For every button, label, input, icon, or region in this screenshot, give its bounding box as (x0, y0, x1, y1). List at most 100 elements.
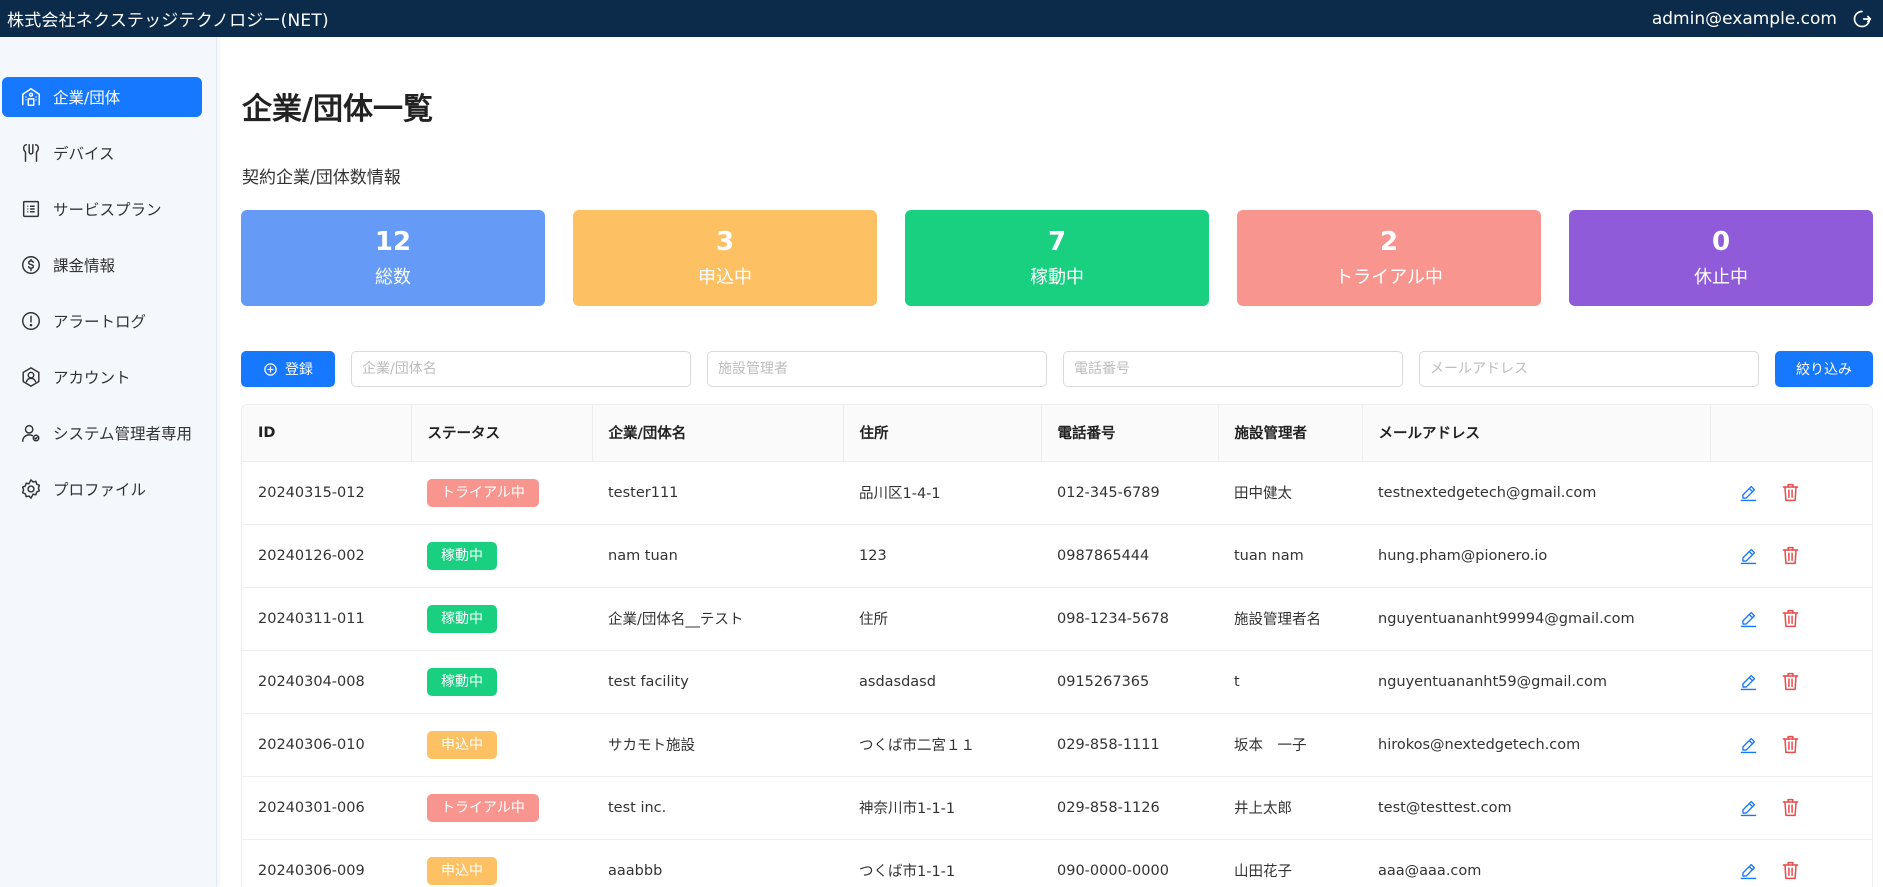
sidebar-item-account[interactable]: アカウント (2, 357, 202, 397)
cell-manager: 坂本 一子 (1234, 738, 1307, 754)
sidebar-item-service-plans[interactable]: サービスプラン (2, 189, 202, 229)
cell-actions (1710, 839, 1872, 887)
cell-address: asdasdasd (859, 673, 936, 690)
status-badge: 申込中 (427, 730, 497, 759)
alert-icon (18, 308, 44, 334)
sidebar-item-billing[interactable]: 課金情報 (2, 245, 202, 285)
cell-address: 123 (859, 547, 887, 564)
status-badge: 申込中 (427, 856, 497, 885)
stat-value: 12 (374, 227, 412, 257)
row-actions (1726, 797, 1872, 819)
row-actions (1726, 482, 1872, 504)
stat-value: 3 (715, 227, 735, 257)
cell-name: test facility (608, 673, 689, 690)
column-header-actions (1710, 405, 1872, 461)
cell-actions (1710, 587, 1872, 650)
sidebar-item-devices[interactable]: デバイス (2, 133, 202, 173)
stat-value: 2 (1379, 227, 1399, 257)
sidebar-item-label: プロファイル (53, 481, 147, 499)
sidebar-item-profile[interactable]: プロファイル (2, 469, 202, 509)
edit-icon[interactable] (1738, 671, 1758, 693)
cell-address: 神奈川市1-1-1 (859, 801, 956, 817)
cell-phone: 012-345-6789 (1057, 484, 1160, 501)
cell-status: 稼動中 (411, 650, 592, 713)
edit-icon[interactable] (1738, 545, 1758, 567)
column-header-status: ステータス (411, 405, 593, 461)
delete-icon[interactable] (1780, 797, 1800, 819)
column-header-phone: 電話番号 (1041, 405, 1219, 461)
row-actions (1726, 545, 1872, 567)
cell-id: 20240126-002 (258, 547, 365, 564)
delete-icon[interactable] (1780, 608, 1800, 630)
facility-manager-input[interactable] (707, 351, 1047, 387)
register-button-label: 登録 (285, 362, 313, 378)
cell-name: aaabbb (608, 862, 663, 879)
delete-icon[interactable] (1780, 482, 1800, 504)
main-content: 企業/団体一覧 契約企業/団体数情報 12 総数 3 申込中 7 稼動中 2 ト… (217, 37, 1883, 887)
cell-actions (1710, 524, 1872, 587)
cell-name: サカモト施設 (608, 738, 695, 754)
stat-value: 7 (1047, 227, 1067, 257)
cell-email: testnextedgetech@gmail.com (1378, 484, 1597, 501)
delete-icon[interactable] (1780, 545, 1800, 567)
device-icon (18, 140, 44, 166)
cell-id: 20240311-011 (258, 610, 365, 627)
user-area: admin@example.com (1652, 8, 1873, 30)
edit-icon[interactable] (1738, 797, 1758, 819)
cell-email: hirokos@nextedgetech.com (1378, 736, 1581, 753)
company-name-input[interactable] (351, 351, 691, 387)
cell-address: つくば市1-1-1 (859, 864, 956, 881)
stat-value: 0 (1711, 227, 1731, 257)
filter-button[interactable]: 絞り込み (1775, 351, 1873, 387)
edit-icon[interactable] (1738, 860, 1758, 882)
status-badge: 稼動中 (427, 604, 497, 633)
stat-label: 総数 (375, 267, 411, 288)
cell-status: 稼動中 (411, 524, 592, 587)
table-row: 20240311-011 稼動中 企業/団体名__テスト 住所 098-1234… (242, 587, 1872, 650)
delete-icon[interactable] (1780, 671, 1800, 693)
cell-status: トライアル中 (411, 776, 592, 839)
cell-phone: 0915267365 (1057, 673, 1150, 690)
status-badge: 稼動中 (427, 541, 497, 570)
status-badge: トライアル中 (427, 478, 539, 507)
plus-circle-icon (263, 362, 278, 377)
cell-email: nguyentuananht59@gmail.com (1378, 673, 1607, 690)
cell-name: tester111 (608, 484, 679, 501)
delete-icon[interactable] (1780, 860, 1800, 882)
delete-icon[interactable] (1780, 734, 1800, 756)
table-row: 20240306-009 申込中 aaabbb つくば市1-1-1 090-00… (242, 839, 1872, 887)
cell-name: test inc. (608, 799, 667, 816)
sidebar-item-label: アラートログ (53, 313, 147, 331)
sidebar-item-label: 課金情報 (53, 257, 116, 275)
table-row: 20240301-006 トライアル中 test inc. 神奈川市1-1-1 … (242, 776, 1872, 839)
user-email: admin@example.com (1651, 8, 1837, 29)
brand-name: 株式会社ネクステッジテクノロジー(NET) (7, 11, 329, 31)
cell-actions (1710, 650, 1872, 713)
table-row: 20240304-008 稼動中 test facility asdasdasd… (242, 650, 1872, 713)
cell-manager: 施設管理者名 (1234, 612, 1321, 628)
cell-address: 品川区1-4-1 (859, 486, 941, 502)
edit-icon[interactable] (1738, 734, 1758, 756)
row-actions (1726, 671, 1872, 693)
email-input[interactable] (1419, 351, 1759, 387)
stat-label: トライアル中 (1335, 267, 1443, 288)
phone-input[interactable] (1063, 351, 1403, 387)
cell-manager: 井上太郎 (1234, 801, 1292, 817)
page-title: 企業/団体一覧 (242, 92, 433, 127)
sidebar-item-companies[interactable]: 企業/団体 (2, 77, 202, 117)
edit-icon[interactable] (1738, 482, 1758, 504)
column-header-manager: 施設管理者 (1218, 405, 1363, 461)
cell-manager: 山田花子 (1234, 864, 1292, 881)
logout-icon[interactable] (1851, 8, 1873, 30)
sidebar-item-label: システム管理者専用 (53, 425, 193, 443)
register-button[interactable]: 登録 (241, 351, 335, 387)
sidebar-item-alert-log[interactable]: アラートログ (2, 301, 202, 341)
list-icon (18, 196, 44, 222)
sidebar-item-system-admin[interactable]: システム管理者専用 (2, 413, 202, 453)
sidebar-item-label: デバイス (53, 145, 115, 163)
edit-icon[interactable] (1738, 608, 1758, 630)
cell-manager: tuan nam (1234, 547, 1304, 564)
stats-section-title: 契約企業/団体数情報 (242, 168, 401, 188)
cell-phone: 090-0000-0000 (1057, 862, 1169, 879)
status-badge: 稼動中 (427, 667, 497, 696)
